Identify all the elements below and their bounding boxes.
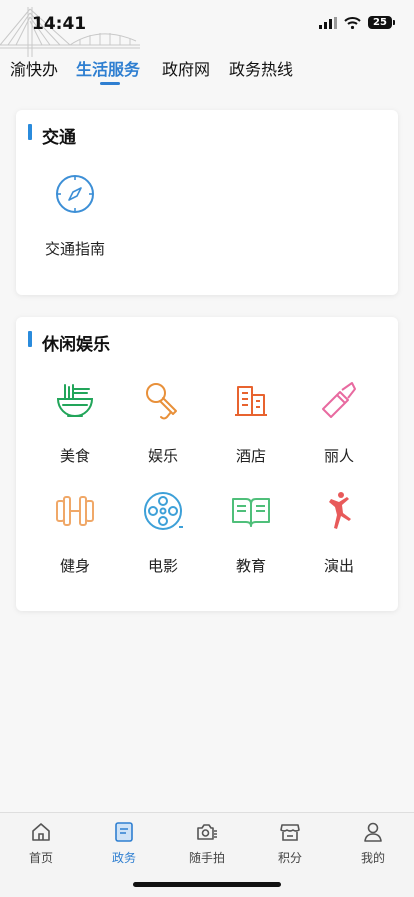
nav-government-affairs[interactable]: 政务 (83, 821, 165, 866)
status-time: 14:41 (32, 14, 87, 34)
document-icon (115, 822, 133, 842)
traffic-guide-item[interactable]: 交通指南 (31, 172, 119, 259)
nav-label: 积分 (277, 851, 302, 865)
open-book-icon (232, 498, 270, 527)
item-label: 教育 (235, 557, 266, 575)
tab-service-hotline[interactable]: 政务热线 (229, 56, 293, 80)
tab-yukuaiban[interactable]: 渝快办 (10, 56, 58, 80)
battery-icon: 25 (368, 16, 395, 29)
hotel-item[interactable]: 酒店 (207, 379, 295, 466)
section-accent-bar (28, 331, 32, 347)
noodle-bowl-icon (56, 384, 94, 417)
microphone-icon (146, 383, 177, 420)
home-indicator[interactable] (133, 882, 281, 887)
dancer-icon (329, 492, 351, 529)
user-icon (364, 822, 382, 842)
section-title: 休闲娱乐 (42, 335, 110, 355)
status-bar: 14:41 25 (0, 0, 414, 57)
traffic-card: 交通 交通指南 (16, 110, 398, 295)
compass-icon (56, 175, 94, 213)
section-accent-bar (28, 124, 32, 140)
item-label: 娱乐 (147, 447, 178, 465)
active-tab-indicator (100, 82, 120, 85)
entertainment-item[interactable]: 娱乐 (119, 379, 207, 466)
signal-icon (319, 16, 337, 29)
education-item[interactable]: 教育 (207, 489, 295, 576)
tab-life-services[interactable]: 生活服务 (76, 56, 140, 80)
nav-label: 首页 (28, 851, 53, 865)
hotel-building-icon (235, 386, 267, 416)
item-label: 演出 (323, 557, 354, 575)
wifi-icon (344, 16, 361, 29)
item-label: 丽人 (323, 447, 354, 465)
beauty-item[interactable]: 丽人 (295, 379, 383, 466)
store-icon (280, 824, 300, 841)
item-label: 交通指南 (44, 240, 105, 258)
nav-home[interactable]: 首页 (0, 821, 82, 866)
item-label: 美食 (59, 447, 90, 465)
home-icon (32, 823, 50, 841)
film-reel-icon (144, 492, 183, 530)
status-icons: 25 (319, 16, 395, 29)
nav-label: 我的 (360, 851, 385, 865)
nav-snapshot[interactable]: 随手拍 (166, 821, 248, 866)
performance-item[interactable]: 演出 (295, 489, 383, 576)
item-label: 酒店 (235, 447, 266, 465)
item-label: 电影 (147, 557, 178, 575)
movie-item[interactable]: 电影 (119, 489, 207, 576)
nav-label: 政务 (111, 851, 136, 865)
nav-profile[interactable]: 我的 (332, 821, 414, 866)
leisure-card: 休闲娱乐 美食 娱乐 酒店 丽人 健身 电影 教育 演出 (16, 317, 398, 611)
tab-government-website[interactable]: 政府网 (162, 56, 210, 80)
top-tab-bar: 渝快办 生活服务 政府网 政务热线 (0, 50, 414, 96)
item-label: 健身 (59, 557, 90, 575)
dumbbell-icon (56, 496, 94, 526)
section-title: 交通 (42, 128, 76, 148)
fitness-item[interactable]: 健身 (31, 489, 119, 576)
camera-icon (197, 824, 217, 840)
nav-points[interactable]: 积分 (249, 821, 331, 866)
lipstick-icon (322, 382, 356, 418)
food-item[interactable]: 美食 (31, 379, 119, 466)
nav-label: 随手拍 (188, 851, 225, 865)
